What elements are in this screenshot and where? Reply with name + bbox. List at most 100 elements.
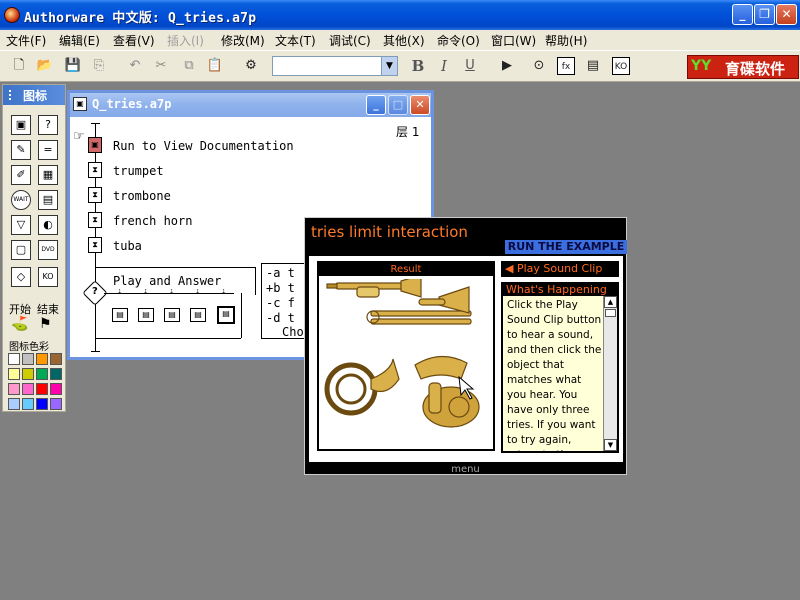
close-button[interactable]: ✕: [776, 4, 797, 25]
color-swatch[interactable]: [22, 353, 34, 365]
menu-help[interactable]: 帮助(H): [545, 32, 587, 49]
grip-icon[interactable]: [9, 90, 15, 100]
response-type-icon[interactable]: ⇣: [143, 287, 148, 297]
erase-icon[interactable]: ✎: [11, 140, 31, 160]
response-icon[interactable]: ▤: [164, 308, 180, 322]
palette-title-bar[interactable]: 图标: [3, 85, 65, 105]
knowledge-objects-icon[interactable]: KO: [612, 57, 630, 75]
end-flag-icon[interactable]: ⚑: [39, 316, 52, 332]
color-swatch[interactable]: [36, 353, 48, 365]
menu-command[interactable]: 命令(O): [437, 32, 480, 49]
color-swatch[interactable]: [36, 368, 48, 380]
import-icon[interactable]: ⎘: [90, 57, 108, 75]
sound-icon[interactable]: DVD: [38, 240, 58, 260]
knowledge-icon[interactable]: KO: [38, 267, 58, 287]
flow-item-label[interactable]: tuba: [113, 239, 142, 253]
control-panel-icon[interactable]: ⊙: [530, 57, 548, 75]
find-icon[interactable]: ⚙: [242, 57, 260, 75]
tuba-image[interactable]: [414, 355, 480, 428]
response-icon[interactable]: ▤: [138, 308, 154, 322]
response-type-icon[interactable]: ⇣: [221, 287, 226, 297]
color-swatch[interactable]: [50, 398, 62, 410]
play-sound-clip-button[interactable]: ◀ Play Sound Clip: [501, 261, 619, 277]
menu-edit[interactable]: 编辑(E): [59, 32, 100, 49]
color-swatch[interactable]: [22, 398, 34, 410]
functions-icon[interactable]: fx: [557, 57, 575, 75]
menu-view[interactable]: 查看(V): [113, 32, 155, 49]
sound-icon[interactable]: ⧗: [88, 212, 102, 228]
restart-icon[interactable]: ▶: [498, 57, 516, 75]
scroll-up-icon[interactable]: ▲: [604, 296, 617, 308]
italic-button[interactable]: I: [435, 57, 453, 75]
video-icon[interactable]: ◇: [11, 267, 31, 287]
sound-icon[interactable]: ⧗: [88, 187, 102, 203]
flowline-window-title-bar[interactable]: ▣ Q_tries.a7p _ □ ✕: [70, 93, 431, 117]
interaction-label[interactable]: Play and Answer: [113, 274, 221, 288]
chevron-down-icon[interactable]: ▼: [381, 57, 397, 75]
color-swatch[interactable]: [50, 383, 62, 395]
color-swatch[interactable]: [8, 398, 20, 410]
color-swatch[interactable]: [8, 383, 20, 395]
flow-item-label[interactable]: french horn: [113, 214, 192, 228]
flow-item-label[interactable]: trombone: [113, 189, 171, 203]
copy-icon[interactable]: ⧉: [180, 57, 198, 75]
french-horn-image[interactable]: [324, 358, 400, 416]
open-file-icon[interactable]: 📂: [36, 57, 54, 75]
map-icon[interactable]: ▣: [88, 137, 102, 153]
menu-other[interactable]: 其他(X): [383, 32, 425, 49]
trumpet-image[interactable]: [326, 279, 422, 298]
map-icon[interactable]: ◐: [38, 215, 58, 235]
paste-icon[interactable]: 📋: [206, 57, 224, 75]
menu-window[interactable]: 窗口(W): [491, 32, 536, 49]
color-swatch[interactable]: [50, 368, 62, 380]
color-swatch[interactable]: [22, 383, 34, 395]
response-icon[interactable]: ▤: [217, 306, 235, 324]
sound-icon[interactable]: ⧗: [88, 162, 102, 178]
response-icon[interactable]: ▤: [190, 308, 206, 322]
menu-insert[interactable]: 插入(I): [167, 32, 204, 49]
framework-icon[interactable]: ▦: [38, 165, 58, 185]
calculation-icon[interactable]: ▽: [11, 215, 31, 235]
flowline-minimize-button[interactable]: _: [366, 95, 386, 115]
decision-icon[interactable]: WAIT: [11, 190, 31, 210]
new-file-icon[interactable]: 🗋: [10, 57, 28, 75]
save-all-icon[interactable]: 💾: [64, 57, 82, 75]
flow-item-label[interactable]: trumpet: [113, 164, 164, 178]
maximize-button[interactable]: ❐: [754, 4, 775, 25]
digital-movie-icon[interactable]: ▢: [11, 240, 31, 260]
motion-icon[interactable]: ?: [38, 115, 58, 135]
cut-icon[interactable]: ✂: [152, 57, 170, 75]
interaction-icon[interactable]: ▤: [38, 190, 58, 210]
response-type-icon[interactable]: ⇣: [117, 287, 122, 297]
bold-button[interactable]: B: [409, 57, 427, 75]
app-icon[interactable]: [4, 7, 20, 23]
variables-icon[interactable]: ▤: [584, 57, 602, 75]
display-icon[interactable]: ▣: [11, 115, 31, 135]
menu-file[interactable]: 文件(F): [6, 32, 46, 49]
color-swatch[interactable]: [36, 398, 48, 410]
wait-icon[interactable]: =: [38, 140, 58, 160]
minimize-button[interactable]: _: [732, 4, 753, 25]
flowline-maximize-button[interactable]: □: [388, 95, 408, 115]
scrollbar[interactable]: ▲ ▼: [603, 296, 617, 451]
response-type-icon[interactable]: ⇣: [195, 287, 200, 297]
color-swatch[interactable]: [36, 383, 48, 395]
paste-hand-icon[interactable]: ☞: [73, 129, 85, 144]
scroll-down-icon[interactable]: ▼: [604, 439, 617, 451]
undo-icon[interactable]: ↶: [126, 57, 144, 75]
flow-item-label[interactable]: Run to View Documentation: [113, 139, 294, 153]
response-type-icon[interactable]: ⇣: [169, 287, 174, 297]
color-swatch[interactable]: [8, 353, 20, 365]
color-swatch[interactable]: [8, 368, 20, 380]
start-flag-icon[interactable]: ⛳: [11, 316, 28, 332]
color-swatch[interactable]: [22, 368, 34, 380]
menu-debug[interactable]: 调试(C): [329, 32, 371, 49]
navigate-icon[interactable]: ✐: [11, 165, 31, 185]
menu-link[interactable]: menu: [305, 464, 626, 475]
menu-text[interactable]: 文本(T): [275, 32, 316, 49]
color-swatch[interactable]: [50, 353, 62, 365]
menu-modify[interactable]: 修改(M): [221, 32, 265, 49]
underline-button[interactable]: U: [461, 57, 479, 75]
scroll-thumb[interactable]: [605, 309, 616, 317]
sound-icon[interactable]: ⧗: [88, 237, 102, 253]
